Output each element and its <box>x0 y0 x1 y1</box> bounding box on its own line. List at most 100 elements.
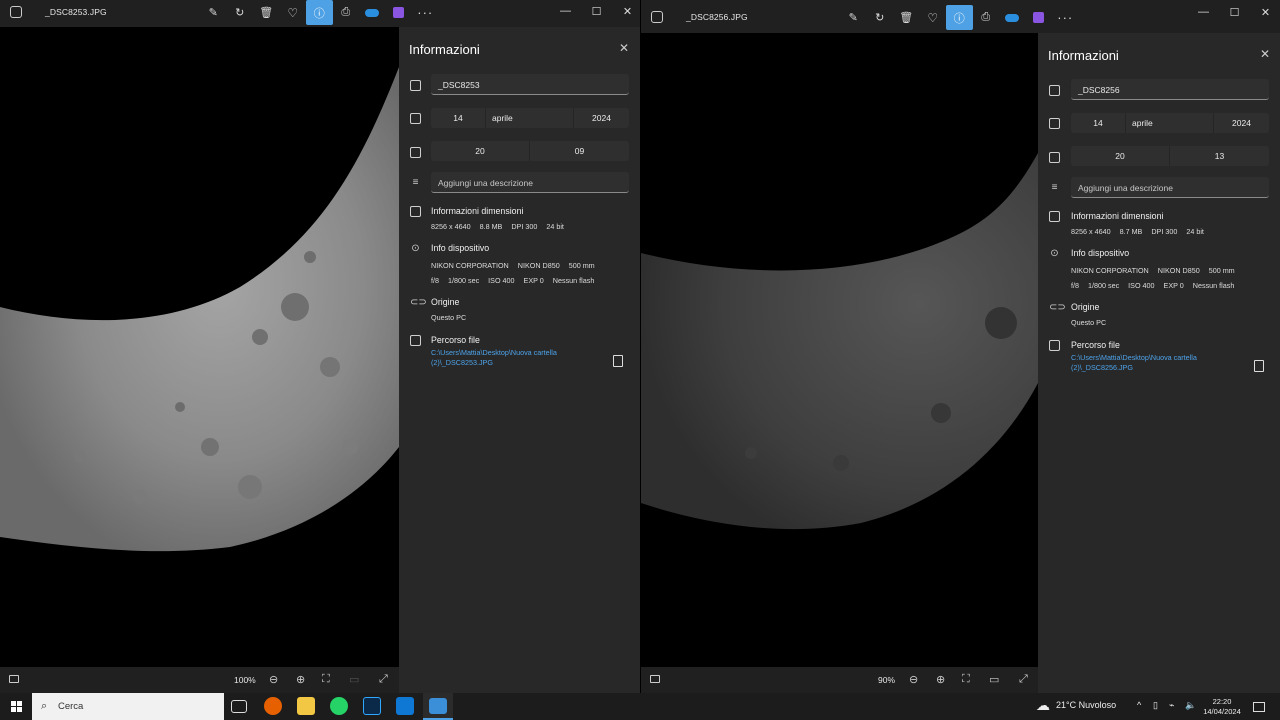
info-button[interactable]: ⓘ <box>306 0 333 25</box>
print-button[interactable]: ⎙ <box>333 0 360 25</box>
rotate-button[interactable]: ↻ <box>867 5 894 30</box>
show-hidden-icons-icon[interactable]: ^ <box>1137 700 1141 710</box>
zoom-level[interactable]: 90% <box>878 675 895 685</box>
onedrive-button[interactable] <box>999 5 1026 30</box>
flash: Nessun flash <box>1192 281 1235 290</box>
filmstrip-icon[interactable] <box>650 675 660 683</box>
date-picker[interactable]: 14 aprile 2024 <box>1071 113 1269 133</box>
photos-taskbar-button[interactable] <box>423 693 453 720</box>
clock[interactable]: 22:20 14/04/2024 <box>1201 697 1243 717</box>
fit-window-icon[interactable]: ⛶ <box>962 673 970 686</box>
date-month[interactable]: aprile <box>1126 113 1214 133</box>
image-icon <box>410 80 421 91</box>
network-icon[interactable]: ⌁ <box>1169 700 1174 711</box>
rotate-button[interactable]: ↻ <box>227 0 254 25</box>
zoom-out-icon[interactable]: ⊖ <box>269 673 278 686</box>
moon-photo[interactable] <box>641 33 1038 667</box>
taskbar-search[interactable]: ⌕ Cerca <box>32 693 224 720</box>
print-button[interactable]: ⎙ <box>973 5 1000 30</box>
time-picker[interactable]: 20 13 <box>1071 146 1269 166</box>
zoom-in-icon[interactable]: ⊕ <box>296 673 305 686</box>
onedrive-button[interactable] <box>359 0 386 25</box>
minimize-button[interactable]: — <box>550 0 581 22</box>
date-year[interactable]: 2024 <box>1214 113 1269 133</box>
camera-icon: ⊙ <box>1050 248 1059 259</box>
camera-icon: ⊙ <box>411 243 420 254</box>
info-button[interactable]: ⓘ <box>946 5 973 30</box>
time-minute[interactable]: 13 <box>1170 146 1269 166</box>
filmstrip-icon[interactable] <box>9 675 19 683</box>
delete-button[interactable]: 🗑 <box>893 5 920 30</box>
zoom-level[interactable]: 100% <box>234 675 256 685</box>
fit-window-icon[interactable]: ⛶ <box>322 673 330 686</box>
photos-window-left: _DSC8253.JPG ✎ ↻ 🗑 ♡ ⓘ ⎙ ··· — ☐ ✕ 100% … <box>0 0 640 693</box>
delete-button[interactable]: 🗑 <box>253 0 280 25</box>
notifications-icon[interactable] <box>1253 702 1265 712</box>
description-input[interactable]: Aggiungi una descrizione <box>431 172 629 193</box>
time-hour[interactable]: 20 <box>1071 146 1170 166</box>
volume-icon[interactable]: 🔈 <box>1185 700 1196 711</box>
panel-close-button[interactable]: ✕ <box>1260 47 1270 61</box>
time-minute[interactable]: 09 <box>530 141 629 161</box>
window-title: _DSC8256.JPG <box>686 12 748 22</box>
date-picker[interactable]: 14 aprile 2024 <box>431 108 629 128</box>
favorite-button[interactable]: ♡ <box>280 0 307 25</box>
clock-date: 14/04/2024 <box>1203 707 1241 716</box>
edit-image-button[interactable]: ✎ <box>200 0 227 25</box>
minimize-button[interactable]: — <box>1188 1 1219 23</box>
clock-time: 22:20 <box>1212 697 1232 706</box>
weather-text[interactable]: 21°C Nuvoloso <box>1056 700 1116 710</box>
description-input[interactable]: Aggiungi una descrizione <box>1071 177 1269 198</box>
photo-toolbar: ✎ ↻ 🗑 ♡ ⓘ ⎙ ··· <box>200 0 439 25</box>
photoshop-icon[interactable] <box>363 697 381 715</box>
maximize-button[interactable]: ☐ <box>581 0 612 22</box>
fullscreen-icon[interactable]: ⤢ <box>1019 673 1028 686</box>
task-view-icon[interactable] <box>231 700 247 713</box>
moon-image <box>641 153 1038 530</box>
device-line-2: f/8 1/800 sec ISO 400 EXP 0 Nessun flash <box>1071 281 1243 290</box>
file-explorer-icon[interactable] <box>297 697 315 715</box>
window-controls: — ☐ ✕ <box>550 0 640 25</box>
photos-app-icon <box>10 6 22 18</box>
weather-icon[interactable]: ☁ <box>1036 697 1050 714</box>
time-picker[interactable]: 20 09 <box>431 141 629 161</box>
close-window-button[interactable]: ✕ <box>1250 1 1280 23</box>
mail-icon[interactable] <box>396 697 414 715</box>
actual-size-icon[interactable]: ▭ <box>989 673 999 686</box>
time-hour[interactable]: 20 <box>431 141 530 161</box>
fullscreen-icon[interactable]: ⤢ <box>379 673 388 686</box>
date-day[interactable]: 14 <box>431 108 486 128</box>
date-year[interactable]: 2024 <box>574 108 629 128</box>
firefox-icon[interactable] <box>264 697 282 715</box>
iso: ISO 400 <box>1128 281 1155 290</box>
copy-path-icon[interactable] <box>1254 360 1264 372</box>
windows-start-button[interactable] <box>11 701 22 712</box>
edit-image-button[interactable]: ✎ <box>840 5 867 30</box>
moon-photo[interactable] <box>0 27 399 667</box>
zoom-out-icon[interactable]: ⊖ <box>909 673 918 686</box>
clipchamp-button[interactable] <box>1026 5 1053 30</box>
file-name-field[interactable]: _DSC8256 <box>1071 79 1269 100</box>
close-window-button[interactable]: ✕ <box>612 0 640 22</box>
more-options-button[interactable]: ··· <box>1052 5 1079 30</box>
file-path-link[interactable]: C:\Users\Mattia\Desktop\Nuova cartella (… <box>1071 353 1231 372</box>
panel-title: Informazioni <box>1048 48 1119 63</box>
clipchamp-button[interactable] <box>386 0 413 25</box>
copy-path-icon[interactable] <box>613 355 623 367</box>
focal-length: 500 mm <box>568 261 595 270</box>
file-path-link[interactable]: C:\Users\Mattia\Desktop\Nuova cartella (… <box>431 348 591 367</box>
more-options-button[interactable]: ··· <box>412 0 439 25</box>
date-day[interactable]: 14 <box>1071 113 1126 133</box>
file-name-field[interactable]: _DSC8253 <box>431 74 629 95</box>
trash-icon: 🗑 <box>899 12 914 24</box>
whatsapp-icon[interactable] <box>330 697 348 715</box>
date-month[interactable]: aprile <box>486 108 574 128</box>
panel-close-button[interactable]: ✕ <box>619 41 629 55</box>
favorite-button[interactable]: ♡ <box>920 5 947 30</box>
rotate-icon: ↻ <box>875 12 885 24</box>
device-icon[interactable]: ▯ <box>1153 700 1158 711</box>
zoom-in-icon[interactable]: ⊕ <box>936 673 945 686</box>
info-panel: Informazioni ✕ _DSC8256 14 aprile 2024 2… <box>1038 33 1280 693</box>
camera-model: NIKON D850 <box>517 261 560 270</box>
maximize-button[interactable]: ☐ <box>1219 1 1250 23</box>
